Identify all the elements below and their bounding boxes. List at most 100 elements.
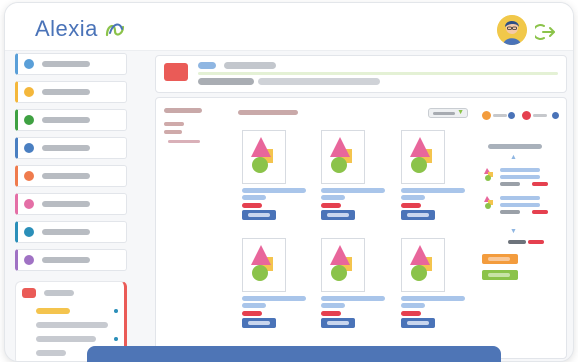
shapes-icon	[330, 137, 352, 173]
logout-icon[interactable]	[535, 23, 557, 41]
shapes-icon	[410, 137, 432, 173]
banner-progress-track	[198, 72, 558, 75]
sidebar-expanded-icon	[22, 288, 36, 298]
card-button[interactable]	[401, 318, 435, 328]
brand-name: Alexia	[35, 16, 98, 41]
banner-description	[258, 78, 380, 85]
card-title	[242, 296, 306, 301]
sidebar-item-1[interactable]	[15, 53, 127, 75]
shapes-icon	[410, 245, 432, 281]
detail-item-meta	[500, 210, 520, 214]
action-button-green[interactable]	[482, 270, 518, 280]
bottom-overlay-panel	[87, 346, 501, 362]
sidebar-item-label	[42, 89, 90, 95]
card-button[interactable]	[242, 210, 276, 220]
card-title	[401, 188, 465, 193]
legend-dot-blue	[552, 112, 559, 119]
detail-item-title	[500, 168, 540, 172]
banner-tag	[198, 62, 216, 69]
card-button[interactable]	[242, 318, 276, 328]
top-header: Alexia	[5, 3, 573, 51]
card-button[interactable]	[321, 318, 355, 328]
sort-select[interactable]: ▼	[428, 108, 468, 118]
card-thumbnail	[321, 238, 365, 292]
filter-item[interactable]	[164, 130, 182, 134]
sidebar-item-7[interactable]	[15, 221, 127, 243]
card-thumbnail	[242, 130, 286, 184]
sidebar-item-3[interactable]	[15, 109, 127, 131]
chevron-up-icon[interactable]: ▲	[510, 154, 517, 161]
sort-select-value	[433, 112, 455, 115]
sidebar-item-label	[42, 173, 90, 179]
sidebar-item-label	[42, 229, 90, 235]
card-button[interactable]	[401, 210, 435, 220]
shapes-icon	[251, 245, 273, 281]
card-thumbnail	[242, 238, 286, 292]
sidebar-dot-icon	[24, 171, 34, 181]
legend-dot-orange	[482, 111, 491, 120]
sidebar	[13, 51, 129, 361]
chevron-down-icon: ▼	[457, 109, 464, 116]
card-thumbnail	[321, 130, 365, 184]
card-button[interactable]	[321, 210, 355, 220]
banner-icon	[164, 63, 188, 81]
pager-current	[508, 240, 526, 244]
detail-item-meta	[500, 182, 520, 186]
sidebar-dot-icon	[24, 255, 34, 265]
action-button-orange[interactable]	[482, 254, 518, 264]
action-button-label	[488, 273, 510, 277]
card-subtitle	[401, 195, 425, 200]
sidebar-dot-icon	[24, 199, 34, 209]
card-badge	[321, 311, 341, 316]
sidebar-expanded-title	[44, 290, 74, 296]
submenu-item[interactable]	[36, 350, 66, 356]
sidebar-dot-icon	[24, 59, 34, 69]
sidebar-item-8[interactable]	[15, 249, 127, 271]
brand[interactable]: Alexia	[35, 16, 126, 42]
submenu-dot-icon	[114, 309, 118, 313]
sidebar-dot-icon	[24, 87, 34, 97]
filter-item[interactable]	[168, 140, 200, 143]
card-subtitle	[321, 195, 345, 200]
filter-item[interactable]	[164, 122, 184, 126]
detail-item-title	[500, 196, 540, 200]
list-heading	[238, 110, 298, 115]
detail-item-subtitle	[500, 175, 540, 179]
action-button-label	[488, 257, 510, 261]
sidebar-dot-icon	[24, 115, 34, 125]
card-thumbnail	[401, 238, 445, 292]
user-avatar[interactable]	[497, 15, 527, 45]
card-title	[321, 296, 385, 301]
card-title	[321, 188, 385, 193]
legend-dot-red	[522, 111, 531, 120]
card-badge	[321, 203, 341, 208]
detail-heading	[488, 144, 542, 149]
card-badge	[242, 311, 262, 316]
chevron-down-icon[interactable]: ▼	[510, 228, 517, 235]
main-content: ▼ ▲ ▼	[155, 97, 567, 359]
card-title	[401, 296, 465, 301]
sidebar-item-label	[42, 117, 90, 123]
sidebar-item-6[interactable]	[15, 193, 127, 215]
card-badge	[401, 203, 421, 208]
sidebar-item-5[interactable]	[15, 165, 127, 187]
legend-line	[533, 114, 547, 117]
sidebar-dot-icon	[24, 227, 34, 237]
submenu-dot-icon	[114, 337, 118, 341]
mini-shapes-icon	[484, 196, 493, 209]
brand-logo-icon	[105, 23, 125, 37]
submenu-item[interactable]	[36, 322, 108, 328]
sidebar-item-2[interactable]	[15, 81, 127, 103]
sidebar-item-label	[42, 61, 90, 67]
detail-item-badge	[532, 210, 548, 214]
sidebar-item-4[interactable]	[15, 137, 127, 159]
shapes-icon	[251, 137, 273, 173]
submenu-item[interactable]	[36, 336, 96, 342]
sidebar-item-label	[42, 201, 90, 207]
submenu-item-active[interactable]	[36, 308, 70, 314]
detail-item-badge	[532, 182, 548, 186]
filter-heading	[164, 108, 202, 113]
detail-item-subtitle	[500, 203, 540, 207]
page-banner	[155, 55, 567, 93]
app-window: Alexia ▼ ▲ ▼	[4, 2, 574, 362]
